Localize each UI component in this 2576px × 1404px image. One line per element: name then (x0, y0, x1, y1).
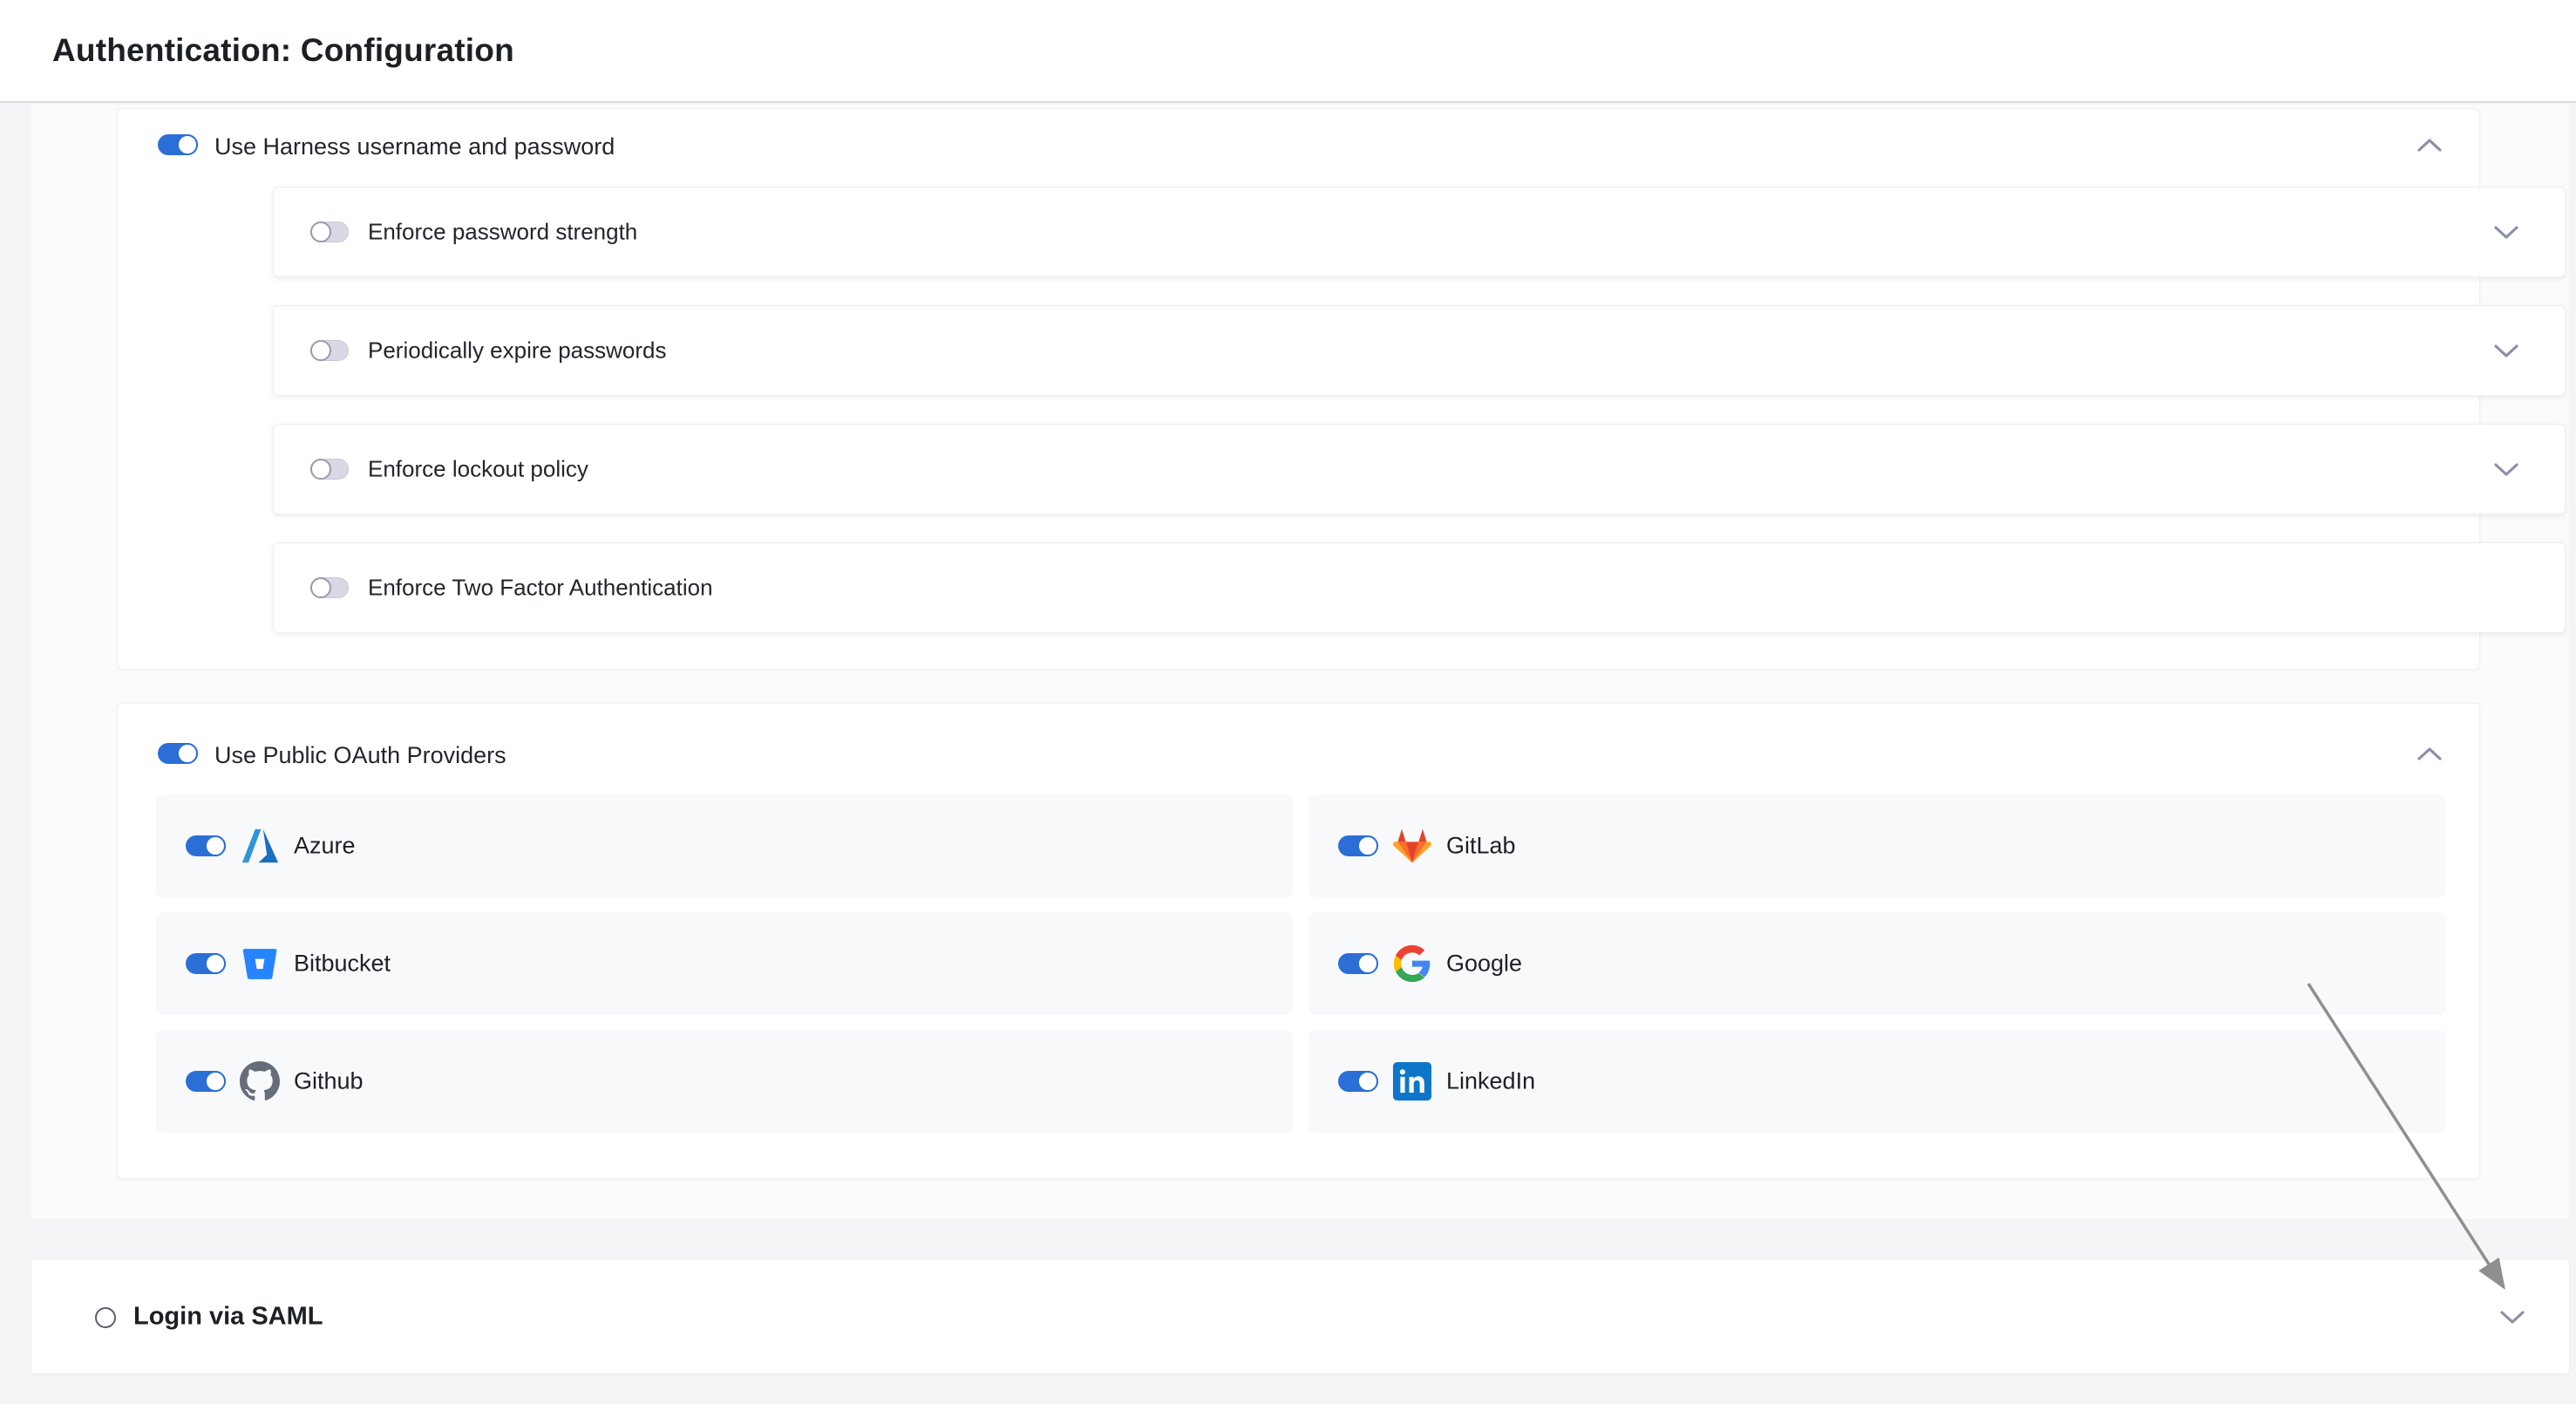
setting-label: Periodically expire passwords (368, 337, 666, 365)
collapse-section-chevron-up-icon[interactable] (2416, 137, 2443, 153)
oauth-providers-section: Use Public OAuth Providers Azure (117, 703, 2480, 1179)
toggle-knob (205, 953, 226, 974)
setting-row-expire-passwords[interactable]: Periodically expire passwords (273, 305, 2566, 396)
linkedin-toggle[interactable] (1338, 1071, 1378, 1092)
toggle-knob (177, 743, 198, 764)
use-public-oauth-toggle[interactable] (158, 743, 198, 764)
section-label: Use Public OAuth Providers (214, 742, 506, 769)
saml-radio-button[interactable] (95, 1307, 116, 1328)
expand-chevron-down-icon[interactable] (2493, 462, 2519, 478)
toggle-knob (310, 222, 331, 242)
collapse-section-chevron-up-icon[interactable] (2416, 746, 2443, 761)
provider-label: Bitbucket (294, 951, 391, 978)
setting-label: Enforce password strength (368, 219, 637, 246)
toggle-knob (205, 1071, 226, 1092)
provider-label: LinkedIn (1446, 1068, 1535, 1095)
periodically-expire-passwords-toggle[interactable] (310, 340, 349, 361)
page-header: Authentication: Configuration (0, 0, 2576, 103)
toggle-knob (1357, 1071, 1378, 1092)
setting-row-password-strength[interactable]: Enforce password strength (273, 187, 2566, 277)
oauth-tile-gitlab: GitLab (1308, 794, 2446, 897)
setting-row-two-factor[interactable]: Enforce Two Factor Authentication (273, 542, 2566, 633)
gitlab-icon (1392, 826, 1432, 866)
bitbucket-toggle[interactable] (186, 953, 226, 974)
oauth-tile-linkedin: LinkedIn (1308, 1030, 2446, 1133)
toggle-knob (177, 134, 198, 155)
username-password-section: Use Harness username and password Enforc… (117, 108, 2480, 670)
linkedin-icon (1392, 1061, 1432, 1101)
saml-expand-chevron-down-icon[interactable] (2499, 1310, 2525, 1326)
setting-row-lockout-policy[interactable]: Enforce lockout policy (273, 424, 2566, 515)
setting-label: Enforce lockout policy (368, 456, 588, 483)
gitlab-toggle[interactable] (1338, 835, 1378, 856)
toggle-knob (310, 459, 331, 480)
provider-label: Azure (294, 833, 356, 860)
toggle-knob (1357, 953, 1378, 974)
auth-configuration-page: { "header": { "title": "Authentication: … (0, 0, 2576, 1404)
oauth-tile-bitbucket: Bitbucket (156, 912, 1293, 1015)
toggle-knob (205, 835, 226, 856)
toggle-knob (310, 340, 331, 361)
bitbucket-icon (240, 944, 280, 984)
azure-toggle[interactable] (186, 835, 226, 856)
saml-label: Login via SAML (133, 1303, 323, 1332)
expand-chevron-down-icon[interactable] (2493, 344, 2519, 359)
expand-chevron-down-icon[interactable] (2493, 225, 2519, 241)
google-toggle[interactable] (1338, 953, 1378, 974)
provider-label: Github (294, 1068, 364, 1095)
toggle-knob (1357, 835, 1378, 856)
setting-label: Enforce Two Factor Authentication (368, 575, 713, 602)
github-icon (240, 1061, 280, 1101)
github-toggle[interactable] (186, 1071, 226, 1092)
google-icon (1392, 944, 1432, 984)
toggle-knob (310, 577, 331, 598)
saml-login-section[interactable]: Login via SAML (31, 1260, 2569, 1373)
use-harness-login-toggle[interactable] (158, 134, 198, 155)
page-title: Authentication: Configuration (52, 32, 514, 69)
enforce-password-strength-toggle[interactable] (310, 222, 349, 242)
provider-label: GitLab (1446, 833, 1516, 860)
oauth-tile-azure: Azure (156, 794, 1293, 897)
oauth-tile-google: Google (1308, 912, 2446, 1015)
enforce-lockout-policy-toggle[interactable] (310, 459, 349, 480)
enforce-two-factor-toggle[interactable] (310, 577, 349, 598)
azure-icon (240, 826, 280, 866)
provider-label: Google (1446, 951, 1522, 978)
section-label: Use Harness username and password (214, 133, 615, 160)
oauth-tile-github: Github (156, 1030, 1293, 1133)
